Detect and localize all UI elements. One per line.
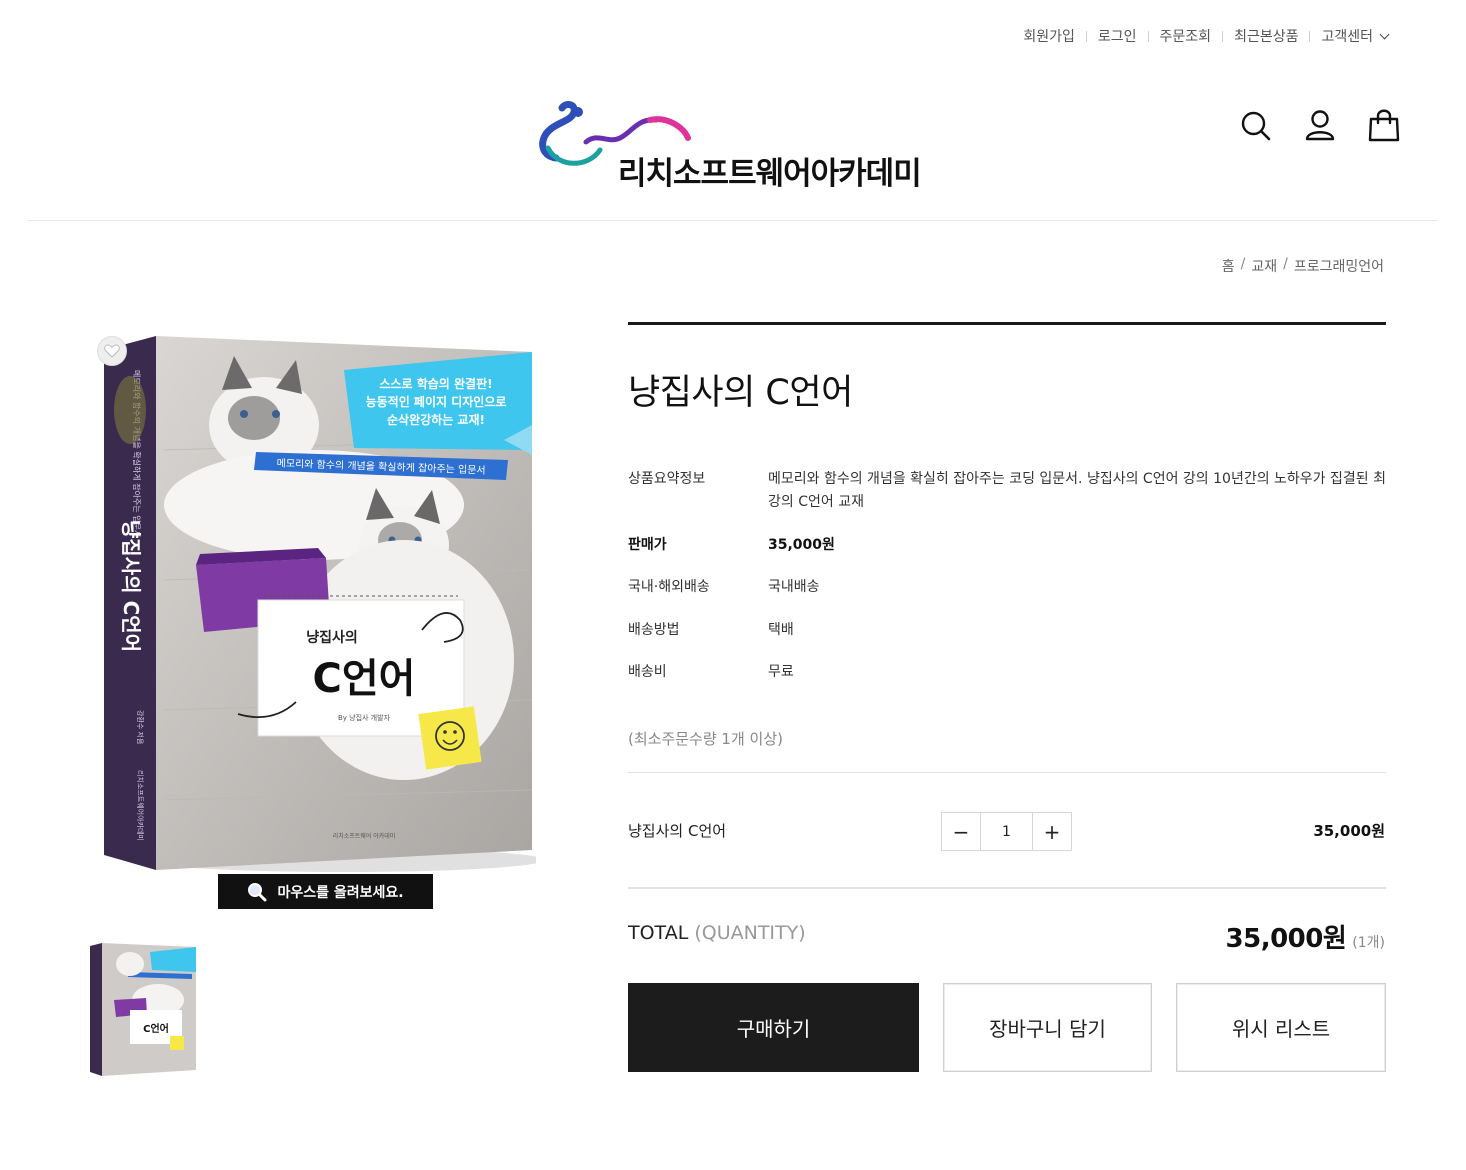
header-divider	[28, 220, 1438, 221]
info-top-rule	[628, 322, 1386, 325]
logo-text: 리치소프트웨어아카데미	[618, 156, 922, 192]
cover-publisher: 리치소프트웨어 아카데미	[333, 832, 396, 840]
card-title: C언어	[313, 656, 416, 702]
customer-center-link[interactable]: 고객센터	[1310, 26, 1390, 46]
heart-icon	[104, 344, 120, 358]
site-logo[interactable]: 리치소프트웨어아카데미	[538, 98, 938, 192]
spec-price-label: 판매가	[628, 537, 667, 553]
login-link[interactable]: 로그인	[1087, 26, 1148, 46]
spec-summary-value: 메모리와 함수의 개념을 확실히 잡아주는 코딩 입문서. 냥집사의 C언어 강…	[768, 471, 1386, 510]
breadcrumb: 홈 / 교재 / 프로그래밍언어	[1222, 256, 1384, 276]
card-subtitle: 냥집사의	[306, 629, 358, 646]
quantity-decrease-button[interactable]: −	[942, 813, 980, 850]
spec-shipping-fee-label: 배송비	[628, 664, 667, 680]
breadcrumb-home[interactable]: 홈	[1222, 256, 1235, 276]
total-label-text: TOTAL	[628, 922, 689, 944]
shopping-bag-icon[interactable]	[1368, 108, 1400, 142]
spec-shipping-fee-row: 배송비 무료	[628, 661, 1386, 684]
spec-shipping-scope-value: 국내배송	[768, 579, 820, 595]
selected-option-name: 냥집사의 C언어	[628, 822, 727, 840]
utility-nav: 회원가입 로그인 주문조회 최근본상품 고객센터	[1012, 26, 1390, 46]
option-price: 35,000원	[1313, 822, 1385, 840]
order-lookup-link[interactable]: 주문조회	[1149, 26, 1223, 46]
user-icon[interactable]	[1304, 108, 1336, 142]
book-cover-image: 스스로 학습의 완결판! 능동적인 페이지 디자인으로 순삭완강하는 교재! 메…	[104, 336, 544, 872]
spec-shipping-method-value: 택배	[768, 622, 794, 638]
header-icons	[1240, 108, 1400, 142]
quantity-stepper: − 1 +	[941, 812, 1072, 851]
spec-price-value: 35,000원	[768, 537, 835, 553]
spec-shipping-method-label: 배송방법	[628, 622, 680, 638]
wishlist-heart-button[interactable]	[97, 336, 127, 366]
search-icon[interactable]	[1240, 108, 1272, 142]
spec-summary-label: 상품요약정보	[628, 471, 706, 487]
spine-publisher: 리치소프트웨어아카데미	[136, 770, 145, 841]
divider	[628, 887, 1386, 889]
banner-line-2: 능동적인 페이지 디자인으로	[366, 394, 507, 409]
spec-shipping-scope-label: 국내·해외배송	[628, 579, 710, 595]
banner-line-3: 순삭완강하는 교재!	[387, 412, 485, 427]
breadcrumb-textbook[interactable]: 교재	[1251, 256, 1277, 276]
banner-line-1: 스스로 학습의 완결판!	[379, 376, 492, 391]
thumb-title: C언어	[143, 1022, 169, 1035]
breadcrumb-separator: /	[1240, 256, 1246, 272]
divider	[628, 772, 1386, 773]
zoom-hint-text: 마우스를 올려보세요.	[277, 884, 404, 901]
spine-title: 냥집사의 C언어	[119, 520, 143, 652]
product-main-image[interactable]: 스스로 학습의 완결판! 능동적인 페이지 디자인으로 순삭완강하는 교재! 메…	[104, 330, 544, 878]
spec-summary-row: 상품요약정보 메모리와 함수의 개념을 확실히 잡아주는 코딩 입문서. 냥집사…	[628, 468, 1386, 514]
add-to-cart-button[interactable]: 장바구니 담기	[943, 983, 1152, 1072]
product-title: 냥집사의 C언어	[628, 373, 853, 413]
total-amount: 35,000원	[1225, 924, 1347, 954]
breadcrumb-programming[interactable]: 프로그래밍언어	[1294, 256, 1384, 276]
add-to-wishlist-button[interactable]: 위시 리스트	[1176, 983, 1386, 1072]
total-count: (1개)	[1352, 935, 1385, 951]
spec-shipping-scope-row: 국내·해외배송 국내배송	[628, 576, 1386, 599]
zoom-hint-banner: 마우스를 올려보세요.	[218, 874, 433, 909]
quantity-input[interactable]: 1	[980, 813, 1033, 850]
signup-link[interactable]: 회원가입	[1012, 26, 1086, 46]
total-quantity-label: (QUANTITY)	[694, 922, 806, 944]
total-label: TOTAL (QUANTITY)	[628, 922, 806, 944]
total-price: 35,000원 (1개)	[1226, 918, 1385, 955]
magnifier-icon	[248, 882, 267, 901]
breadcrumb-separator: /	[1283, 256, 1288, 272]
chevron-down-icon	[1379, 29, 1390, 40]
card-author: By 냥집사 개발자	[338, 713, 391, 722]
spec-price-row: 판매가 35,000원	[628, 534, 1386, 557]
customer-center-label: 고객센터	[1321, 29, 1373, 45]
spec-shipping-method-row: 배송방법 택배	[628, 619, 1386, 642]
product-thumbnail[interactable]: C언어	[88, 940, 198, 1078]
spine-author: 강환수 저음	[136, 710, 145, 745]
quantity-increase-button[interactable]: +	[1033, 813, 1071, 850]
recently-viewed-link[interactable]: 최근본상품	[1223, 26, 1309, 46]
buy-now-button[interactable]: 구매하기	[628, 983, 919, 1072]
spec-shipping-fee-value: 무료	[768, 664, 794, 680]
min-order-note: (최소주문수량 1개 이상)	[628, 730, 783, 748]
thumbnail-image: C언어	[90, 943, 196, 1076]
